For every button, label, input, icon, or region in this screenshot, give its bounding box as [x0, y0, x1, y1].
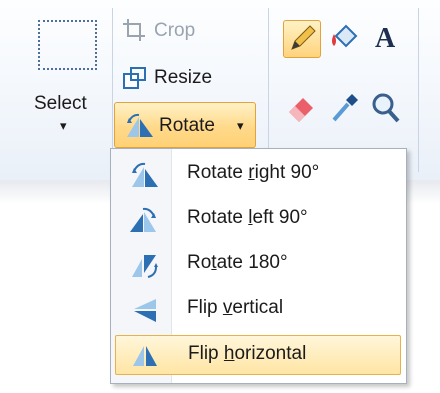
menu-item-label-post: ertical	[232, 297, 284, 318]
menu-item-rotate-right-90[interactable]: Rotate right 90°	[115, 155, 401, 195]
menu-item-label-post: ate 180°	[216, 252, 288, 273]
magnifier-tool-button[interactable]	[367, 90, 405, 128]
color-picker-icon	[332, 94, 358, 122]
rotate-left-icon	[130, 207, 156, 232]
menu-item-label-post: eft 90°	[252, 207, 308, 228]
color-picker-tool-button[interactable]	[326, 90, 364, 128]
crop-icon	[123, 19, 145, 41]
menu-item-flip-vertical[interactable]: Flip vertical	[115, 290, 401, 330]
crop-button[interactable]: Crop	[120, 14, 230, 48]
pencil-icon	[291, 25, 316, 50]
rotate-dropdown-menu: Rotate right 90° Rotate left 90° Rotate …	[110, 148, 407, 384]
menu-item-label-pre: Rotate	[187, 207, 249, 228]
menu-item-mnemonic: v	[222, 297, 233, 318]
text-tool-button[interactable]: A	[367, 20, 405, 58]
rotate-right-icon	[132, 162, 158, 187]
select-label: Select	[34, 93, 87, 114]
menu-item-flip-horizontal[interactable]: Flip horizontal	[115, 335, 401, 375]
rotate-button[interactable]: Rotate ▾	[114, 102, 256, 148]
flip-horizontal-icon	[133, 346, 157, 366]
resize-button[interactable]: Resize	[120, 60, 240, 94]
eraser-icon	[289, 98, 313, 122]
select-rectangle-icon	[38, 20, 97, 70]
rotate-180-icon	[132, 255, 158, 278]
fill-bucket-icon	[332, 24, 358, 48]
menu-item-mnemonic: h	[223, 343, 235, 364]
menu-item-label-pre: Flip	[188, 343, 224, 364]
group-separator	[418, 8, 419, 172]
resize-icon	[123, 67, 146, 89]
crop-label: Crop	[154, 20, 196, 41]
rotate-label: Rotate	[159, 115, 215, 136]
fill-bucket-tool-button[interactable]	[326, 20, 364, 58]
rotate-dropdown-arrow: ▾	[237, 118, 244, 133]
menu-item-label-pre: Rotate	[187, 162, 249, 183]
menu-item-rotate-left-90[interactable]: Rotate left 90°	[115, 200, 401, 240]
pencil-tool-button[interactable]	[283, 20, 321, 58]
rotate-icon	[127, 113, 153, 137]
menu-item-label-post: orizontal	[234, 343, 307, 364]
select-dropdown-arrow: ▾	[60, 118, 67, 133]
menu-item-label-pre: Flip	[187, 297, 223, 318]
resize-label: Resize	[154, 67, 213, 88]
select-button[interactable]: Select ▾	[28, 10, 108, 150]
magnifier-icon	[372, 93, 400, 123]
text-icon: A	[375, 23, 396, 54]
menu-item-label-post: ight 90°	[254, 162, 320, 183]
menu-item-rotate-180[interactable]: Rotate 180°	[115, 245, 401, 285]
flip-vertical-icon	[134, 299, 156, 322]
menu-item-label-pre: Ro	[187, 252, 212, 273]
eraser-tool-button[interactable]	[283, 90, 321, 128]
